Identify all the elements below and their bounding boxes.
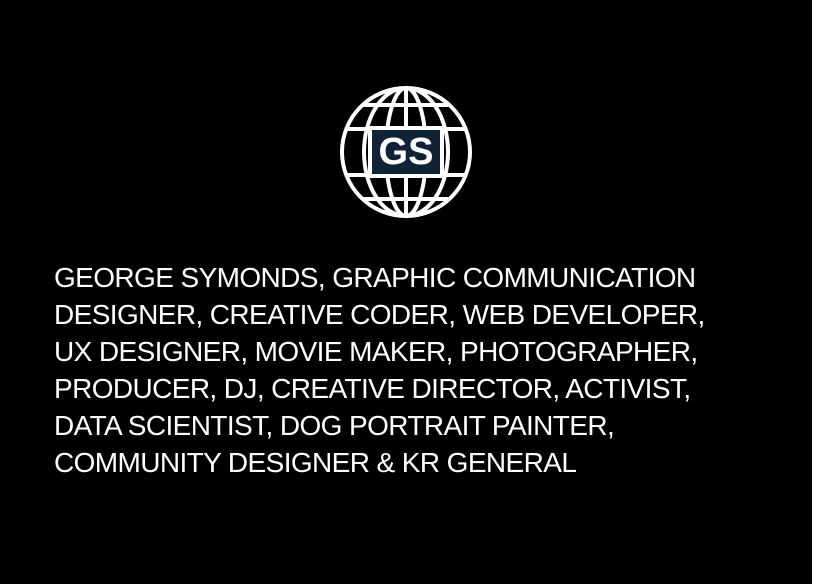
bio-line: DESIGNER, CREATIVE CODER, WEB DEVELOPER, [54, 299, 705, 330]
bio-line: PRODUCER, DJ, CREATIVE DIRECTOR, ACTIVIS… [54, 373, 691, 404]
logo-initials: GS [379, 131, 434, 173]
globe-logo: GS [338, 84, 474, 220]
bio-line: COMMUNITY DESIGNER & KR GENERAL [54, 447, 577, 478]
bio-text: GEORGE SYMONDS, GRAPHIC COMMUNICATION DE… [54, 259, 774, 481]
bio-line: GEORGE SYMONDS, GRAPHIC COMMUNICATION [54, 262, 696, 293]
globe-icon: GS [340, 86, 472, 218]
page: GS GEORGE SYMONDS, GRAPHIC COMMUNICATION… [0, 0, 816, 584]
window-edge [812, 0, 816, 584]
bio-line: UX DESIGNER, MOVIE MAKER, PHOTOGRAPHER, [54, 336, 698, 367]
bio-line: DATA SCIENTIST, DOG PORTRAIT PAINTER, [54, 410, 615, 441]
